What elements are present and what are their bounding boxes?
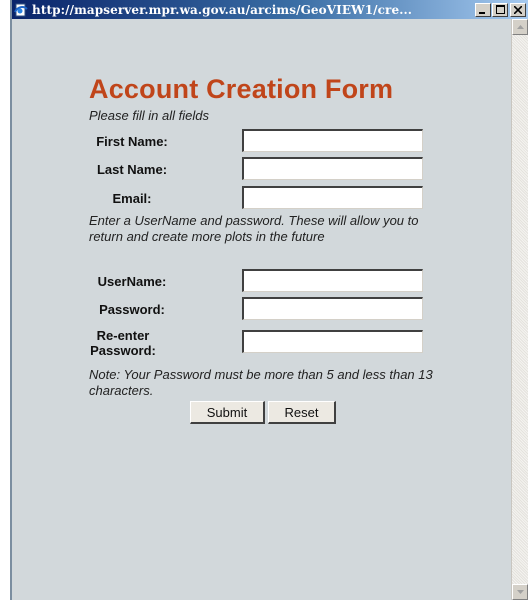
first-name-input[interactable] xyxy=(242,129,423,152)
minimize-button[interactable] xyxy=(475,2,491,17)
password-input[interactable] xyxy=(242,297,423,320)
username-label: UserName: xyxy=(97,274,167,289)
form-title: Account Creation Form xyxy=(89,74,394,104)
window-title: http://mapserver.mpr.wa.gov.au/arcims/Ge… xyxy=(32,2,413,17)
title-bar[interactable]: http://mapserver.mpr.wa.gov.au/arcims/Ge… xyxy=(12,0,528,19)
last-name-label: Last Name: xyxy=(96,162,168,177)
email-label: Email: xyxy=(112,191,152,206)
reset-button[interactable]: Reset xyxy=(268,401,336,424)
scroll-up-button[interactable] xyxy=(512,19,528,35)
popup-window: http://mapserver.mpr.wa.gov.au/arcims/Ge… xyxy=(10,0,528,600)
email-input[interactable] xyxy=(242,186,423,209)
page-content: Account Creation Form Please fill in all… xyxy=(12,19,511,600)
vertical-scrollbar[interactable] xyxy=(511,19,528,600)
maximize-icon xyxy=(495,5,505,14)
account-note: Enter a UserName and password. These wil… xyxy=(89,213,419,244)
submit-button[interactable]: Submit xyxy=(190,401,265,424)
scroll-up-arrow-icon xyxy=(516,25,524,29)
password-label: Password: xyxy=(99,302,165,317)
scroll-down-button[interactable] xyxy=(512,584,528,600)
scroll-down-arrow-icon xyxy=(516,590,524,594)
password-note: Note: Your Password must be more than 5 … xyxy=(89,367,433,398)
close-button[interactable] xyxy=(510,2,526,17)
reenter-password-input[interactable] xyxy=(242,330,423,353)
first-name-label: First Name: xyxy=(96,134,168,149)
reenter-password-label: Re-enter Password: xyxy=(90,328,156,358)
close-icon xyxy=(514,5,522,14)
minimize-icon xyxy=(479,11,485,14)
last-name-input[interactable] xyxy=(242,157,423,180)
ie-page-icon xyxy=(14,3,28,16)
username-input[interactable] xyxy=(242,269,423,292)
maximize-button[interactable] xyxy=(492,2,508,17)
form-intro: Please fill in all fields xyxy=(89,108,209,123)
